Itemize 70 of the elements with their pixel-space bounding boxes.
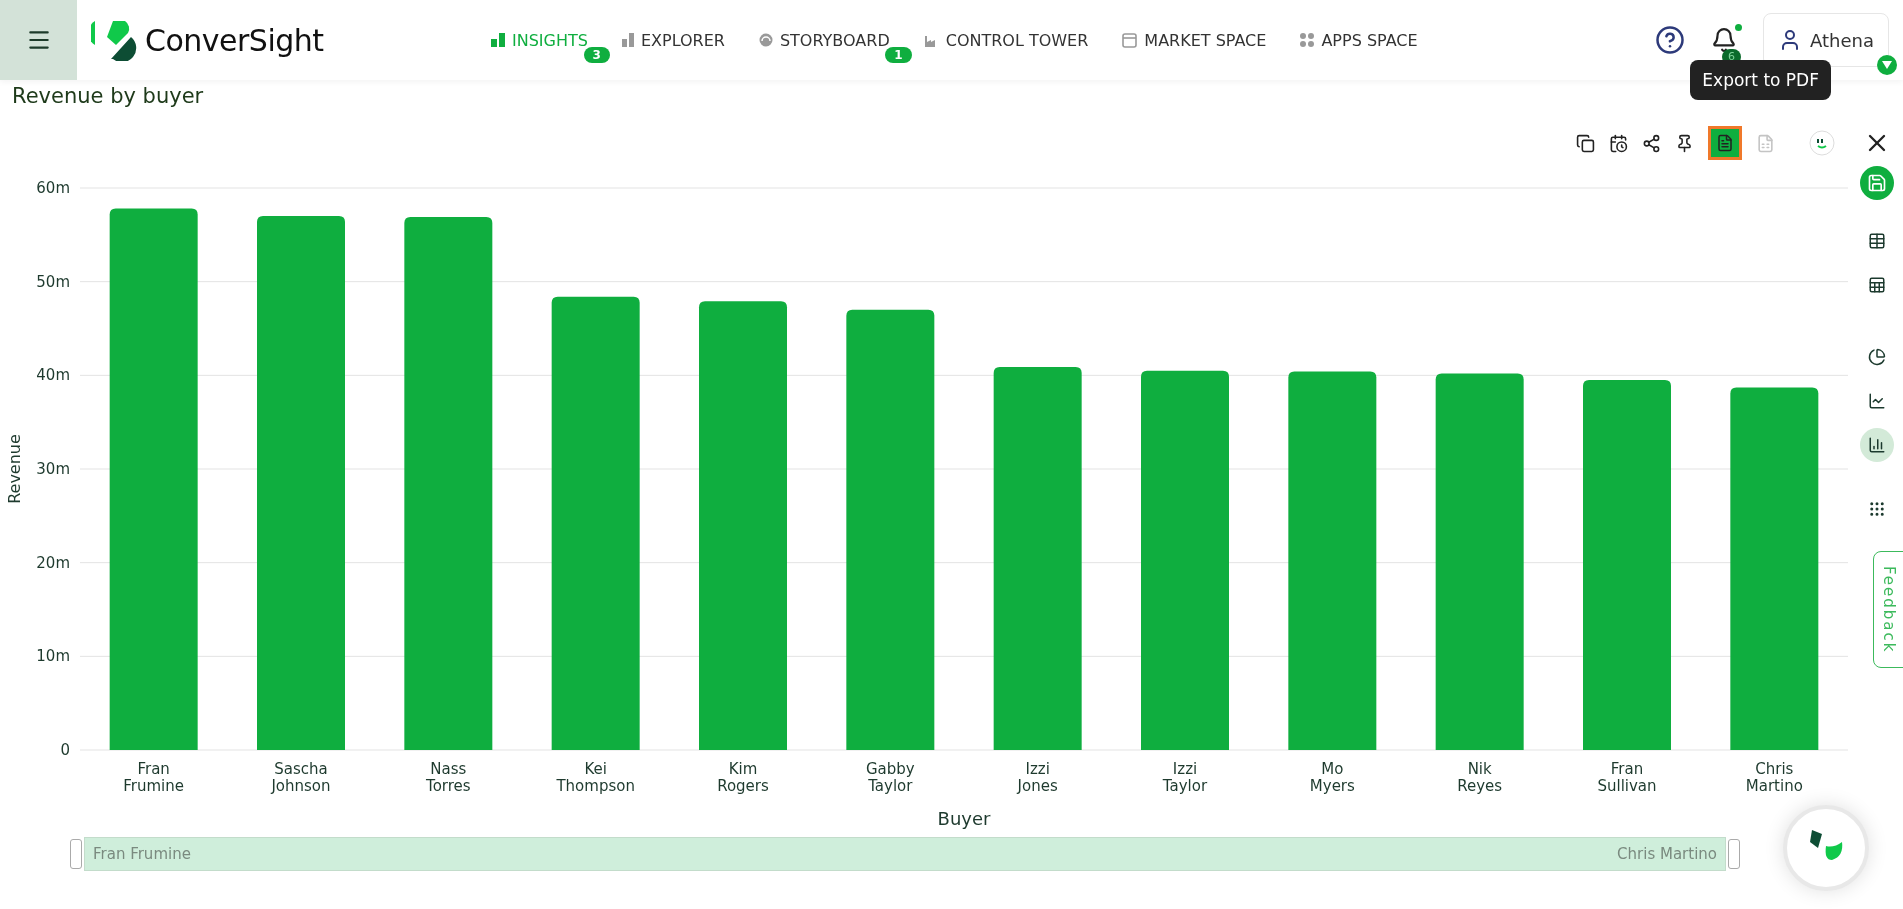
x-tick-label: Gabby Taylor	[865, 760, 915, 795]
copy-icon	[1576, 133, 1595, 153]
line-chart-icon	[1867, 392, 1886, 410]
calendar-clock-icon	[1609, 133, 1628, 153]
bar-chart-icon	[1867, 436, 1886, 454]
x-tick-label: Fran Sullivan	[1597, 760, 1657, 795]
menu-button[interactable]	[0, 0, 77, 80]
range-handle[interactable]	[1728, 839, 1740, 869]
bar-chart-button[interactable]	[1859, 428, 1894, 462]
copy-button[interactable]	[1576, 133, 1595, 153]
range-start-label: Fran Frumine	[92, 845, 192, 863]
x-tick-label: Mo Myers	[1309, 760, 1355, 795]
x-tick-label: Nass Torres	[426, 760, 471, 795]
spreadsheet-icon	[1756, 133, 1775, 153]
pivot-table-icon	[1867, 276, 1886, 294]
export-tooltip: Export to PDF	[1690, 60, 1831, 100]
bell-icon	[1711, 27, 1737, 53]
logo-icon	[91, 19, 137, 61]
y-tick-label: 50m	[36, 272, 70, 291]
store-icon	[1122, 32, 1138, 48]
x-tick-label: Kei Thompson	[556, 760, 635, 795]
brand-name: ConverSight	[145, 22, 324, 58]
range-handle[interactable]	[70, 839, 82, 869]
share-button[interactable]	[1642, 133, 1661, 153]
range-end-label: Chris Martino	[1616, 845, 1718, 863]
x-tick-label: Izzi Taylor	[1162, 760, 1208, 795]
caret-icon	[1877, 55, 1897, 75]
x-tick-label: Izzi Jones	[1017, 760, 1058, 795]
nav-tab[interactable]: APPS SPACE	[1300, 30, 1418, 50]
y-tick-label: 40m	[36, 366, 70, 385]
notification-dot	[1735, 24, 1742, 31]
chart-title: Revenue by buyer	[12, 84, 205, 110]
nav-tab[interactable]: MARKET SPACE	[1122, 30, 1267, 50]
count-badge: 1	[885, 46, 912, 63]
count-badge: 3	[583, 46, 610, 63]
help-button[interactable]	[1655, 25, 1685, 55]
notification-button[interactable]	[1711, 27, 1737, 53]
grid-icon	[1867, 500, 1886, 518]
x-tick-label: Sascha Johnson	[271, 760, 331, 795]
table-icon	[1867, 232, 1886, 250]
save-button[interactable]	[1859, 166, 1894, 200]
x-tick-label: Nik Reyes	[1457, 760, 1503, 795]
y-axis-title: Revenue	[5, 434, 24, 504]
nav-tab[interactable]: EXPLORER	[621, 30, 725, 50]
save-icon	[1866, 173, 1887, 193]
bar-chart-icon	[491, 33, 505, 47]
y-tick-label: 0	[60, 741, 70, 759]
x-tick-label: Chris Martino	[1745, 760, 1803, 795]
pie-chart-icon	[1867, 348, 1886, 366]
user-menu[interactable]: Athena	[1763, 13, 1889, 67]
grid-icon	[1300, 33, 1315, 47]
nav-tab[interactable]: CONTROL TOWER	[923, 30, 1089, 50]
pin-icon	[1675, 133, 1694, 153]
calendar-clock-button[interactable]	[1609, 133, 1628, 153]
assistant-button[interactable]	[1809, 130, 1835, 156]
share-icon	[1642, 133, 1661, 153]
y-tick-label: 10m	[36, 647, 70, 666]
pdf-button[interactable]	[1708, 126, 1742, 160]
gauge-icon	[758, 33, 773, 47]
y-tick-label: 30m	[36, 460, 70, 478]
smiley-icon	[1809, 130, 1835, 156]
pin-button[interactable]	[1675, 133, 1694, 153]
bar-chart-icon	[621, 33, 634, 47]
x-tick-label: Fran Frumine	[123, 760, 185, 795]
x-tick-label: Kim Rogers	[717, 760, 769, 795]
pdf-icon	[1716, 134, 1734, 152]
x-axis-title: Buyer	[937, 808, 991, 829]
y-tick-label: 20m	[36, 553, 70, 572]
help-icon	[1655, 25, 1685, 55]
y-tick-label: 60m	[36, 179, 70, 197]
